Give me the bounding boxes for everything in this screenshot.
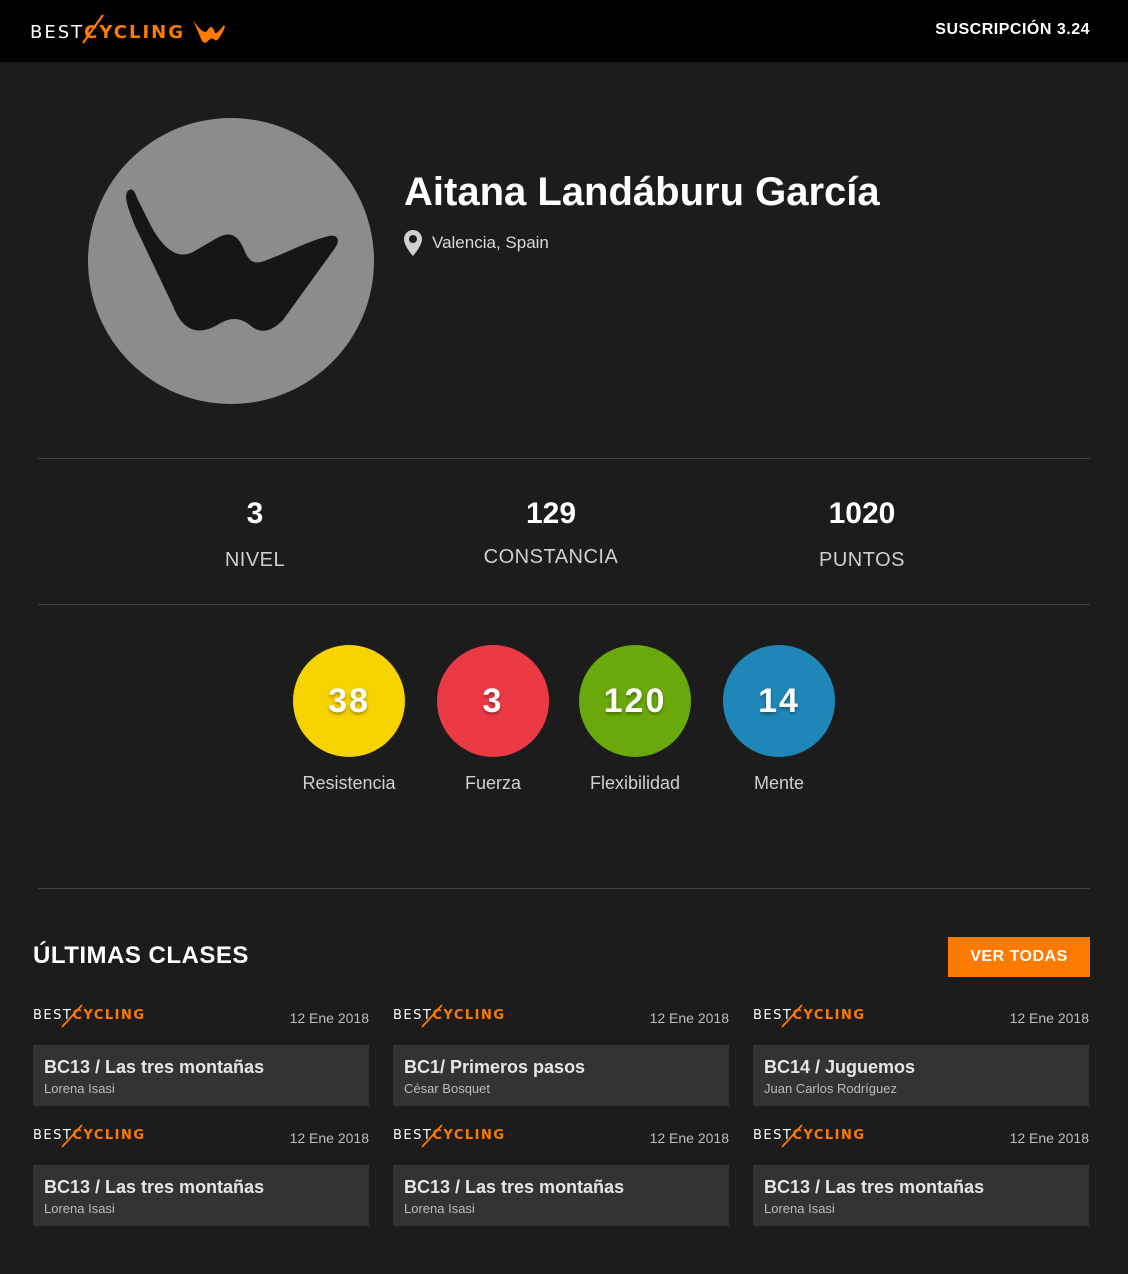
brand-logo[interactable]: BEST CYCLING [30, 14, 227, 46]
stat-value: 129 [525, 497, 577, 530]
brand-cycling-text: CYCLING [432, 1008, 506, 1023]
class-instructor: Lorena Isasi [44, 1201, 115, 1216]
card-header: BEST CYCLING 12 Ene 2018 [753, 1000, 1089, 1032]
attribute-label: Flexibilidad [589, 773, 681, 793]
card-header: BEST CYCLING 12 Ene 2018 [33, 1000, 369, 1032]
divider [38, 604, 1090, 605]
card-header: BEST CYCLING 12 Ene 2018 [753, 1120, 1089, 1152]
brand-cycling-text: CYCLING [792, 1008, 866, 1023]
card-header: BEST CYCLING 12 Ene 2018 [393, 1120, 729, 1152]
attribute-label: Resistencia [302, 773, 396, 793]
class-card[interactable]: BEST CYCLING 12 Ene 2018 BC13 / Las tres… [753, 1120, 1089, 1226]
profile-name: Aitana Landáburu García [404, 170, 880, 214]
stat-label: CONSTANCIA [483, 546, 619, 568]
avatar [88, 118, 374, 404]
card-brand-logo: BEST CYCLING [393, 1124, 506, 1148]
class-card[interactable]: BEST CYCLING 12 Ene 2018 BC1/ Primeros p… [393, 1000, 729, 1106]
attribute-circle: 120 [579, 645, 691, 757]
class-title: BC14 / Juguemos [764, 1057, 916, 1077]
attribute-circle: 14 [723, 645, 835, 757]
card-brand-logo: BEST CYCLING [753, 1004, 866, 1028]
attribute-label: Mente [753, 773, 805, 793]
bestcycling-w-avatar-icon [126, 189, 338, 331]
attribute-mente: 14 Mente [699, 645, 859, 794]
class-card-body[interactable]: BC13 / Las tres montañas Lorena Isasi [753, 1165, 1089, 1226]
card-brand-logo: BEST CYCLING [753, 1124, 866, 1148]
class-title: BC1/ Primeros pasos [404, 1057, 586, 1077]
class-card-body[interactable]: BC1/ Primeros pasos César Bosquet [393, 1045, 729, 1106]
brand-best-text: BEST [30, 21, 85, 43]
class-card-body[interactable]: BC13 / Las tres montañas Lorena Isasi [33, 1045, 369, 1106]
map-pin-icon [404, 230, 422, 256]
brand-cycling-text: CYCLING [72, 1128, 146, 1143]
brand-cycling-text: CYCLING [792, 1128, 866, 1143]
logo-slash-icon [82, 14, 104, 44]
logo-slash-icon [61, 1004, 83, 1028]
class-title: BC13 / Las tres montañas [44, 1057, 265, 1077]
location-text: Valencia, Spain [432, 233, 549, 252]
stat-label: PUNTOS [819, 549, 905, 571]
stat-puntos: 1020 PUNTOS [742, 497, 982, 572]
class-date: 12 Ene 2018 [289, 1130, 369, 1146]
top-bar: BEST CYCLING SUSCRIPCIÓN 3.24 [0, 0, 1128, 62]
logo-slash-icon [421, 1004, 443, 1028]
brand-cycling-text: CYCLING [432, 1128, 506, 1143]
stat-nivel: 3 NIVEL [135, 497, 375, 572]
class-card[interactable]: BEST CYCLING 12 Ene 2018 BC13 / Las tres… [33, 1000, 369, 1106]
class-card-body[interactable]: BC13 / Las tres montañas Lorena Isasi [393, 1165, 729, 1226]
class-instructor: Lorena Isasi [404, 1201, 475, 1216]
logo-slash-icon [781, 1004, 803, 1028]
class-title: BC13 / Las tres montañas [44, 1177, 265, 1197]
attribute-label: Fuerza [464, 773, 522, 793]
class-instructor: Lorena Isasi [764, 1201, 835, 1216]
class-date: 12 Ene 2018 [1009, 1010, 1089, 1026]
stat-label: NIVEL [224, 549, 286, 571]
logo-slash-icon [781, 1124, 803, 1148]
card-brand-logo: BEST CYCLING [393, 1004, 506, 1028]
card-header: BEST CYCLING 12 Ene 2018 [393, 1000, 729, 1032]
class-date: 12 Ene 2018 [289, 1010, 369, 1026]
class-instructor: Lorena Isasi [44, 1081, 115, 1096]
class-date: 12 Ene 2018 [649, 1130, 729, 1146]
attribute-fuerza: 3 Fuerza [413, 645, 573, 794]
class-card[interactable]: BEST CYCLING 12 Ene 2018 BC14 / Juguemos… [753, 1000, 1089, 1106]
class-title: BC13 / Las tres montañas [764, 1177, 985, 1197]
profile-location: Valencia, Spain [404, 230, 549, 256]
divider [38, 458, 1090, 459]
attribute-circle: 3 [437, 645, 549, 757]
class-card-body[interactable]: BC13 / Las tres montañas Lorena Isasi [33, 1165, 369, 1226]
class-card-body[interactable]: BC14 / Juguemos Juan Carlos Rodríguez [753, 1045, 1089, 1106]
brand-cycling-text: CYCLING [72, 1008, 146, 1023]
divider [38, 888, 1090, 889]
card-brand-logo: BEST CYCLING [33, 1004, 146, 1028]
logo-slash-icon [61, 1124, 83, 1148]
see-all-button[interactable]: VER TODAS [948, 937, 1090, 977]
attribute-flexibilidad: 120 Flexibilidad [555, 645, 715, 794]
stat-value: 3 [246, 497, 264, 530]
section-title: ÚLTIMAS CLASES [33, 942, 249, 969]
class-date: 12 Ene 2018 [649, 1010, 729, 1026]
class-instructor: César Bosquet [404, 1081, 490, 1096]
stat-constancia: 129 CONSTANCIA [431, 497, 671, 569]
attribute-circle: 38 [293, 645, 405, 757]
logo-slash-icon [421, 1124, 443, 1148]
class-date: 12 Ene 2018 [1009, 1130, 1089, 1146]
class-title: BC13 / Las tres montañas [404, 1177, 625, 1197]
subscription-label[interactable]: SUSCRIPCIÓN 3.24 [935, 21, 1090, 39]
card-header: BEST CYCLING 12 Ene 2018 [33, 1120, 369, 1152]
attribute-resistencia: 38 Resistencia [269, 645, 429, 794]
card-brand-logo: BEST CYCLING [33, 1124, 146, 1148]
logo-w-icon [192, 20, 225, 43]
class-card[interactable]: BEST CYCLING 12 Ene 2018 BC13 / Las tres… [393, 1120, 729, 1226]
class-instructor: Juan Carlos Rodríguez [764, 1081, 897, 1096]
stat-value: 1020 [828, 497, 896, 530]
class-card[interactable]: BEST CYCLING 12 Ene 2018 BC13 / Las tres… [33, 1120, 369, 1226]
